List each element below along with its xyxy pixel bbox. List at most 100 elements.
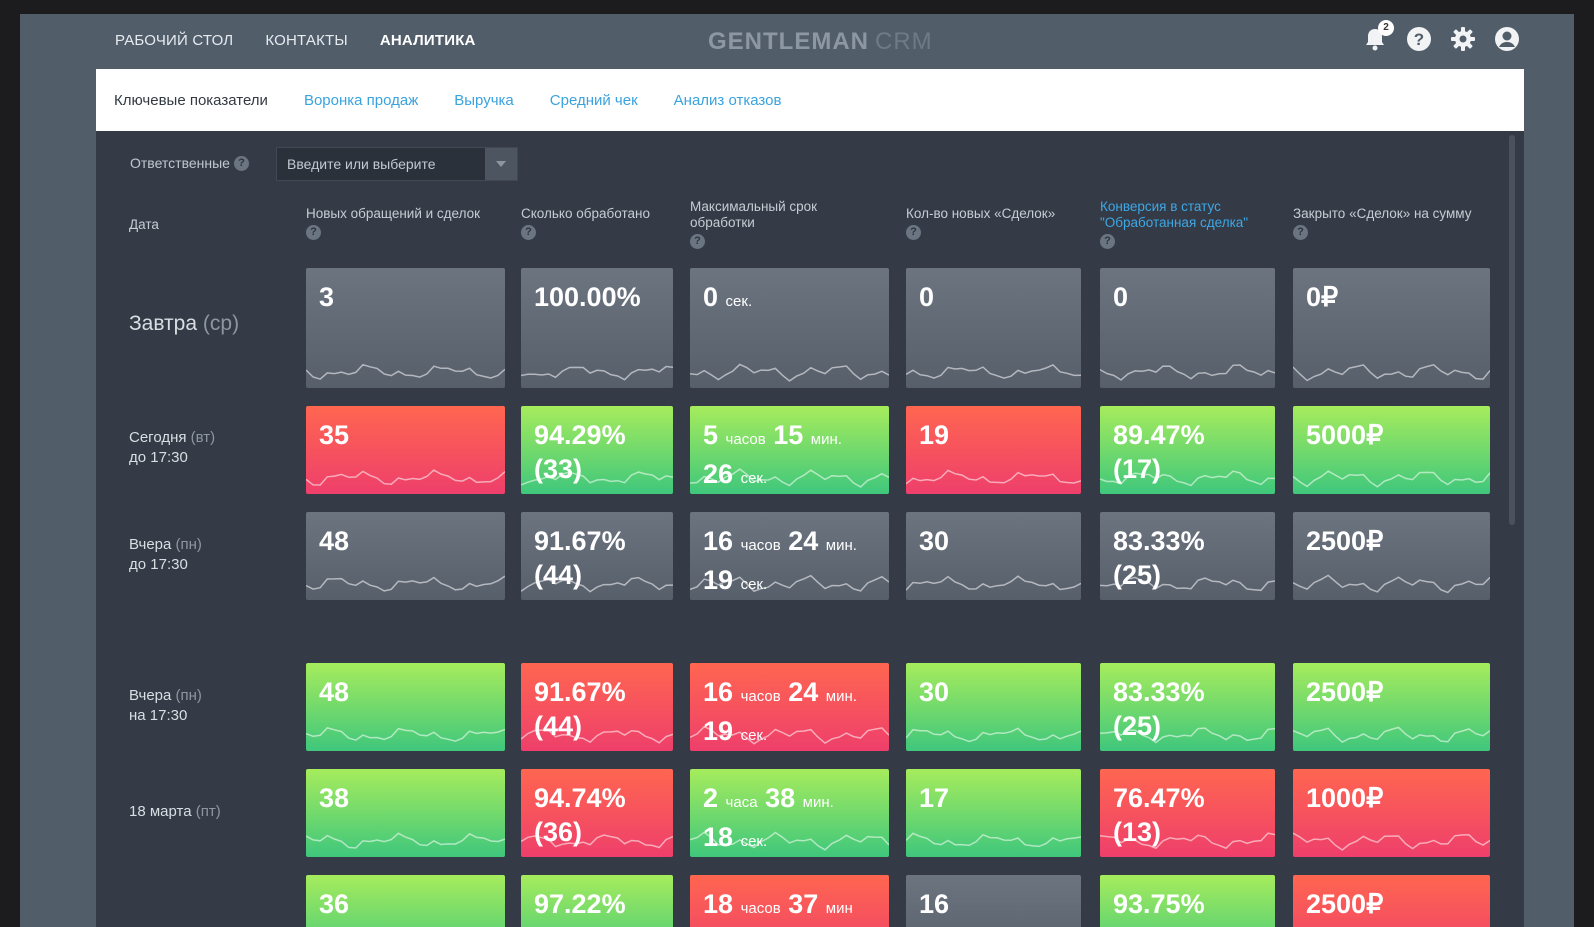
nav-desktop[interactable]: РАБОЧИЙ СТОЛ [115, 32, 233, 49]
tab-key-indicators[interactable]: Ключевые показатели [114, 92, 268, 109]
help-icon[interactable]: ? [1406, 26, 1432, 52]
kpi-value: 76.47% (13) [1113, 781, 1205, 849]
sparkline-path [521, 365, 673, 381]
kpi-value-unit: мин. [810, 431, 842, 448]
kpi-value: 0 сек. [703, 280, 752, 319]
sparkline-graphic [906, 832, 1081, 848]
sparkline-graphic [1293, 832, 1490, 851]
nav-contacts[interactable]: КОНТАКТЫ [265, 32, 348, 49]
help-icon[interactable]: ? [233, 155, 249, 171]
kpi-tile[interactable]: 48 [306, 512, 505, 600]
column-header-text: Сколько обработано [521, 206, 650, 221]
kpi-value-number: 94.74% [534, 783, 626, 813]
kpi-value-unit: мин. [825, 688, 857, 705]
kpi-tile[interactable]: 100.00% [521, 268, 673, 388]
kpi-tile[interactable]: 3 [306, 268, 505, 388]
kpi-tile[interactable]: 76.47% (13) [1100, 769, 1275, 857]
kpi-tile[interactable]: 38 [306, 769, 505, 857]
app-logo[interactable]: GENTLEMAN CRM [708, 28, 933, 56]
sparkline-graphic [1293, 470, 1490, 488]
column-header-text: Максимальный срок обработки [690, 199, 818, 230]
column-header-conversion[interactable]: Конверсия в статус "Обработанная сделка"… [1100, 199, 1275, 249]
sparkline-graphic [906, 727, 1081, 743]
logo-text: GENTLEMAN [708, 28, 869, 55]
sparkline-path [906, 469, 1081, 485]
date-time-note: на 17:30 [129, 707, 188, 724]
tab-revenue[interactable]: Выручка [454, 92, 514, 109]
kpi-tile[interactable]: 48 [306, 663, 505, 751]
kpi-tile[interactable]: 16 [906, 875, 1081, 927]
kpi-tile[interactable]: 2500₽ [1293, 512, 1490, 600]
kpi-tile[interactable]: 18 часов 37 мин [690, 875, 889, 927]
tab-rejection-analysis[interactable]: Анализ отказов [674, 92, 782, 109]
kpi-tile[interactable]: 0 [1100, 268, 1275, 388]
nav-analytics[interactable]: АНАЛИТИКА [380, 32, 476, 49]
help-icon[interactable]: ? [1100, 234, 1115, 249]
bell-icon[interactable]: 2 [1362, 20, 1394, 52]
sparkline-graphic [521, 365, 673, 381]
kpi-tile[interactable]: 83.33% (25) [1100, 512, 1275, 600]
kpi-value-unit: часов [740, 900, 781, 917]
kpi-tile[interactable]: 36 [306, 875, 505, 927]
kpi-tile[interactable]: 2 часа 38 мин. 18 сек. [690, 769, 889, 857]
kpi-tile[interactable]: 1000₽ [1293, 769, 1490, 857]
tab-average-check[interactable]: Средний чек [550, 92, 638, 109]
kpi-tile[interactable]: 0₽ [1293, 268, 1490, 388]
kpi-value-unit: сек. [740, 833, 768, 850]
column-header-text: Конверсия в статус "Обработанная сделка" [1100, 199, 1249, 230]
help-icon[interactable]: ? [1293, 225, 1308, 240]
kpi-value-unit: сек. [740, 470, 768, 487]
sparkline-path [906, 832, 1081, 848]
kpi-tile[interactable]: 5 часов 15 мин. 26 сек. [690, 406, 889, 494]
kpi-value: 19 [919, 418, 949, 452]
kpi-tile[interactable]: 35 [306, 406, 505, 494]
sparkline-graphic [306, 575, 505, 592]
kpi-value-number: 83.33% [1113, 677, 1205, 707]
kpi-tile[interactable]: 0 сек. [690, 268, 889, 388]
date-label-text: 18 марта [129, 803, 192, 820]
kpi-tile[interactable]: 94.29% (33) [521, 406, 673, 494]
analytics-tabs: Ключевые показатели Воронка продаж Выруч… [96, 69, 1524, 131]
kpi-value: 5 часов 15 мин. 26 сек. [703, 418, 842, 494]
kpi-tile[interactable]: 19 [906, 406, 1081, 494]
kpi-tile[interactable]: 97.22% [521, 875, 673, 927]
kpi-tile[interactable]: 91.67% (44) [521, 512, 673, 600]
kpi-tile[interactable]: 83.33% (25) [1100, 663, 1275, 751]
kpi-tile[interactable]: 2500₽ [1293, 875, 1490, 927]
kpi-value: 2500₽ [1306, 524, 1383, 558]
row-date-label: Сегодня (вт) до 17:30 [129, 428, 215, 468]
kpi-tile[interactable]: 93.75% [1100, 875, 1275, 927]
kpi-value-number: 5000₽ [1306, 420, 1384, 450]
kpi-value-number: 93.75% [1113, 889, 1205, 919]
help-icon[interactable]: ? [306, 225, 321, 240]
kpi-value-unit: сек. [725, 293, 753, 310]
kpi-tile[interactable]: 5000₽ [1293, 406, 1490, 494]
scrollbar[interactable] [1509, 135, 1515, 525]
gear-icon[interactable] [1450, 26, 1476, 52]
sparkline-graphic [1100, 923, 1275, 927]
kpi-value-number: 0₽ [1306, 282, 1339, 312]
tab-sales-funnel[interactable]: Воронка продаж [304, 92, 418, 109]
help-icon[interactable]: ? [906, 225, 921, 240]
kpi-value-number: 0 [703, 282, 719, 312]
kpi-value: 17 [919, 781, 949, 815]
kpi-value-number: 97.22% [534, 889, 626, 919]
kpi-tile[interactable]: 17 [906, 769, 1081, 857]
chevron-down-icon[interactable] [485, 148, 517, 180]
kpi-tile[interactable]: 16 часов 24 мин. 19 сек. [690, 663, 889, 751]
kpi-tile[interactable]: 30 [906, 663, 1081, 751]
kpi-tile[interactable]: 0 [906, 268, 1081, 388]
responsible-select[interactable]: Введите или выберите [276, 147, 518, 181]
kpi-tile[interactable]: 94.74% (36) [521, 769, 673, 857]
kpi-tile[interactable]: 16 часов 24 мин. 19 сек. [690, 512, 889, 600]
user-avatar-icon[interactable] [1494, 26, 1520, 52]
kpi-tile[interactable]: 89.47% (17) [1100, 406, 1275, 494]
responsible-select-placeholder: Введите или выберите [287, 156, 436, 172]
help-icon[interactable]: ? [521, 225, 536, 240]
kpi-tile[interactable]: 2500₽ [1293, 663, 1490, 751]
help-icon[interactable]: ? [690, 234, 705, 249]
sparkline-path [306, 727, 505, 742]
column-header-processed: Сколько обработано ? [521, 206, 681, 240]
kpi-tile[interactable]: 30 [906, 512, 1081, 600]
kpi-tile[interactable]: 91.67% (44) [521, 663, 673, 751]
